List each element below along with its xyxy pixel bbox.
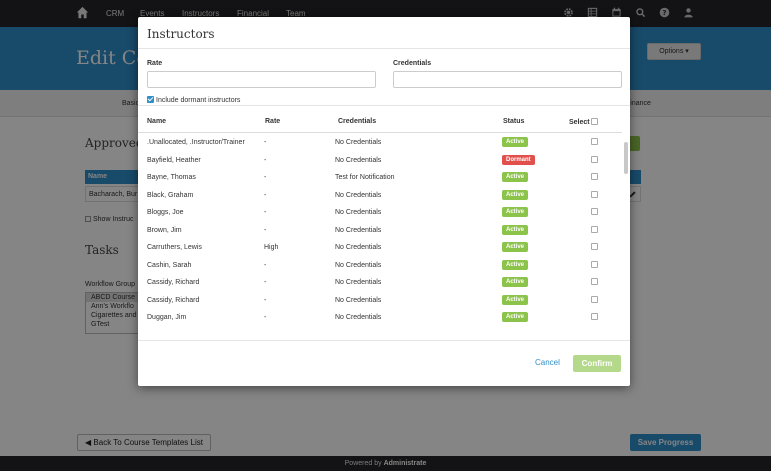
instructor-credentials: No Credentials: [335, 261, 382, 269]
include-dormant-option[interactable]: Include dormant instructors: [147, 96, 240, 104]
credentials-label: Credentials: [393, 60, 432, 67]
table-row[interactable]: Black, Graham - No Credentials Active: [138, 187, 622, 205]
table-row[interactable]: Bayne, Thomas - Test for Notification Activ…: [138, 169, 622, 187]
select-checkbox[interactable]: [591, 190, 598, 198]
status-badge: Active: [502, 207, 529, 217]
instructor-name: Cassidy, Richard: [147, 296, 200, 304]
column-header-name[interactable]: Name: [147, 118, 166, 125]
table-row[interactable]: Cassidy, Richard - No Credentials Active: [138, 292, 622, 310]
column-header-rate[interactable]: Rate: [265, 118, 280, 125]
confirm-button[interactable]: Confirm: [573, 355, 621, 372]
instructor-credentials: No Credentials: [335, 209, 382, 216]
instructor-credentials: No Credentials: [335, 226, 382, 234]
instructor-name: Black, Graham: [147, 191, 194, 199]
select-checkbox[interactable]: [591, 155, 598, 163]
select-checkbox[interactable]: [591, 278, 598, 285]
select-checkbox[interactable]: [591, 208, 598, 215]
instructor-rate: -: [264, 261, 267, 269]
status-badge: Dormant: [502, 154, 535, 165]
status-badge: Active: [502, 189, 529, 200]
rate-input[interactable]: [147, 71, 376, 88]
status-badge: Active: [502, 259, 529, 270]
status-badge: Active: [502, 294, 529, 305]
status-badge: Active: [502, 172, 529, 182]
instructor-rate: -: [264, 209, 267, 216]
select-checkbox[interactable]: [591, 260, 598, 268]
column-header-status[interactable]: Status: [503, 118, 524, 125]
table-row[interactable]: Cashin, Sarah - No Credentials Active: [138, 257, 622, 275]
table-row[interactable]: Bloggs, Joe - No Credentials Active: [138, 204, 622, 222]
select-checkbox[interactable]: [591, 295, 598, 303]
status-badge: Active: [502, 277, 529, 287]
divider: [138, 48, 630, 49]
select-checkbox[interactable]: [591, 173, 598, 180]
instructor-credentials: No Credentials: [335, 296, 382, 304]
instructor-rate: -: [264, 191, 267, 199]
instructor-name: Cassidy, Richard: [147, 279, 200, 286]
instructor-name: .Unallocated, .Instructor/Trainer: [147, 139, 245, 146]
instructor-credentials: No Credentials: [335, 279, 382, 286]
divider: [138, 340, 630, 341]
table-row[interactable]: Brown, Jim - No Credentials Active: [138, 222, 622, 240]
instructor-rate: -: [264, 279, 267, 286]
status-badge: Active: [502, 312, 529, 322]
table-row[interactable]: Bayfield, Heather - No Credentials Dormant: [138, 152, 622, 170]
select-checkbox[interactable]: [591, 243, 598, 250]
instructor-name: Bayfield, Heather: [147, 156, 201, 164]
select-checkbox[interactable]: [591, 225, 598, 233]
select-all-checkbox[interactable]: [590, 118, 598, 125]
table-row[interactable]: Cassidy, Richard - No Credentials Active: [138, 274, 622, 292]
include-dormant-checkbox[interactable]: [147, 96, 154, 103]
instructor-credentials: No Credentials: [335, 156, 382, 164]
select-label: Select: [569, 119, 590, 126]
table-row[interactable]: .Unallocated, .Instructor/Trainer - No Cre…: [138, 134, 622, 152]
instructor-rate: High: [264, 244, 279, 251]
modal-title: Instructors: [147, 27, 215, 41]
status-badge: Active: [502, 224, 529, 235]
instructor-credentials: No Credentials: [335, 139, 382, 146]
include-dormant-label: Include dormant instructors: [156, 97, 241, 104]
select-checkbox[interactable]: [591, 138, 598, 145]
instructor-rate: -: [264, 226, 267, 234]
table-row[interactable]: Carruthers, Lewis High No Credentials Activ…: [138, 239, 622, 257]
instructor-credentials: No Credentials: [335, 191, 382, 199]
cancel-button[interactable]: Cancel: [535, 358, 560, 367]
instructor-credentials: Test for Notification: [335, 174, 395, 181]
instructors-modal: Instructors Rate Credentials Include dor…: [138, 17, 630, 386]
scrollbar-thumb[interactable]: [624, 142, 628, 174]
instructor-rate: -: [264, 296, 267, 304]
column-header-select: Select: [569, 118, 598, 126]
instructor-rate: -: [264, 314, 267, 321]
column-header-credentials[interactable]: Credentials: [338, 118, 376, 125]
credentials-input[interactable]: [393, 71, 622, 88]
status-badge: Active: [502, 242, 529, 252]
instructor-name: Cashin, Sarah: [147, 261, 192, 269]
instructor-credentials: No Credentials: [335, 314, 382, 321]
instructors-table-body: .Unallocated, .Instructor/Trainer - No Cre…: [138, 133, 622, 338]
instructor-name: Bloggs, Joe: [147, 209, 184, 216]
table-row[interactable]: Duggan, Jim - No Credentials Active: [138, 309, 622, 327]
instructor-name: Bayne, Thomas: [147, 174, 196, 181]
instructor-rate: -: [264, 139, 267, 146]
instructor-rate: -: [264, 174, 267, 181]
instructor-name: Carruthers, Lewis: [147, 244, 202, 251]
instructor-name: Brown, Jim: [147, 226, 182, 234]
divider: [138, 105, 630, 106]
instructor-credentials: No Credentials: [335, 244, 382, 251]
instructor-name: Duggan, Jim: [147, 314, 187, 321]
select-checkbox[interactable]: [591, 313, 598, 320]
instructor-rate: -: [264, 156, 267, 164]
status-badge: Active: [502, 137, 529, 147]
rate-label: Rate: [147, 60, 163, 67]
